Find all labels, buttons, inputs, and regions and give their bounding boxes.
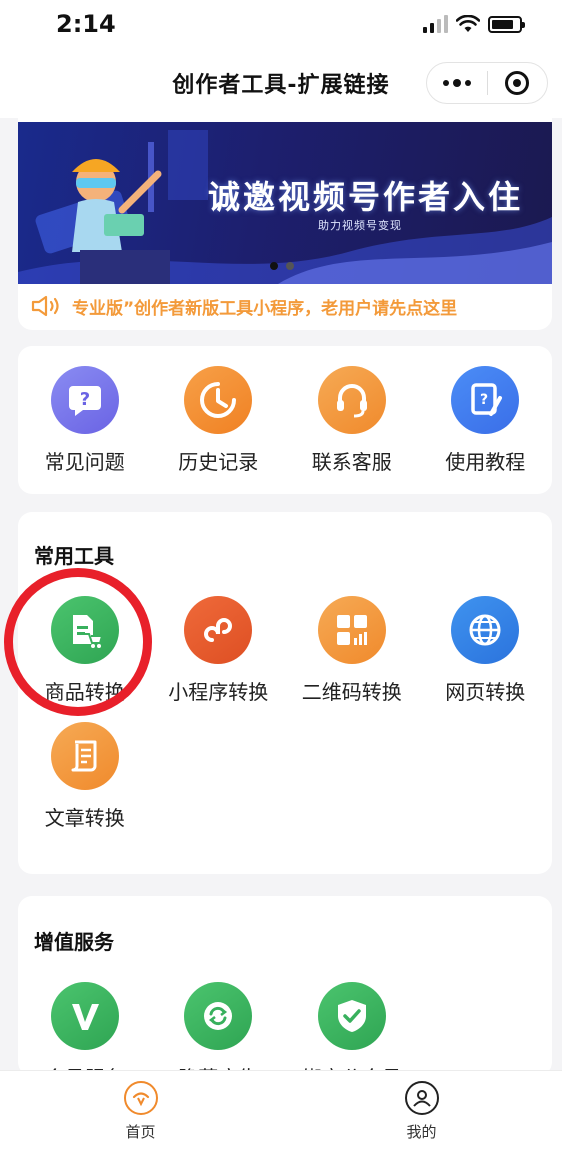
more-button[interactable] — [427, 63, 487, 103]
page-title: 创作者工具-扩展链接 — [172, 73, 390, 98]
tab-home[interactable]: 首页 — [0, 1071, 281, 1170]
status-time: 2:14 — [56, 10, 116, 38]
webpage-convert-item[interactable]: 网页转换 — [419, 596, 553, 705]
quick-links-grid: ? 常见问题 历史记录 联系客服 ? 使用教程 — [18, 366, 552, 475]
notice-bar[interactable]: 专业版”创作者新版工具小程序，老用户请先点这里 — [30, 292, 457, 320]
clock-icon — [184, 366, 253, 434]
refresh-icon — [184, 982, 253, 1050]
faq-item[interactable]: ? 常见问题 — [18, 366, 152, 475]
tab-mine[interactable]: 我的 — [281, 1071, 562, 1170]
promo-banner[interactable]: 诚邀视频号作者入住 助力视频号变现 — [18, 122, 552, 284]
common-tools-row-2: 文章转换 — [18, 722, 552, 831]
quick-links-card: ? 常见问题 历史记录 联系客服 ? 使用教程 — [18, 346, 552, 494]
more-dots-icon — [442, 79, 471, 87]
shield-check-icon — [317, 982, 386, 1050]
article-convert-item[interactable]: 文章转换 — [18, 722, 152, 831]
value-added-services-card: 增值服务 会员服务 隐藏广告 绑定公众号 — [18, 896, 552, 1090]
status-bar: 2:14 — [0, 0, 562, 48]
qrcode-convert-item[interactable]: 二维码转换 — [285, 596, 419, 705]
miniprogram-icon — [184, 596, 253, 664]
signal-icon — [423, 15, 448, 33]
tab-mine-label: 我的 — [406, 1123, 437, 1141]
speaker-icon — [31, 295, 59, 317]
question-chat-icon: ? — [50, 366, 119, 434]
home-icon — [123, 1081, 158, 1115]
value-added-services-title: 增值服务 — [34, 930, 114, 954]
history-item[interactable]: 历史记录 — [152, 366, 286, 475]
battery-icon — [488, 15, 525, 33]
carousel-indicator — [270, 262, 294, 270]
miniprogram-convert-item[interactable]: 小程序转换 — [152, 596, 286, 705]
banner-card: 诚邀视频号作者入住 助力视频号变现 专业版”创作者新版工具小程序，老用户请先点这… — [18, 118, 552, 330]
qrcode-convert-label: 二维码转换 — [301, 680, 402, 704]
svg-text:?: ? — [480, 392, 488, 408]
tutorial-label: 使用教程 — [445, 450, 526, 474]
nav-bar: 创作者工具-扩展链接 — [0, 48, 562, 118]
wifi-icon — [456, 15, 480, 32]
tutorial-doc-icon: ? — [451, 366, 520, 434]
target-icon — [505, 71, 530, 95]
webpage-convert-label: 网页转换 — [445, 680, 526, 704]
article-convert-label: 文章转换 — [44, 806, 125, 830]
customer-service-item[interactable]: 联系客服 — [285, 366, 419, 475]
vip-v-icon — [50, 982, 119, 1050]
highlight-circle — [4, 568, 152, 716]
close-miniprogram-button[interactable] — [488, 63, 548, 103]
scroll-icon — [50, 722, 119, 790]
banner-subtitle: 助力视频号变现 — [318, 219, 402, 232]
headset-icon — [317, 366, 386, 434]
user-icon — [404, 1081, 439, 1115]
history-label: 历史记录 — [178, 450, 259, 474]
miniprogram-convert-label: 小程序转换 — [168, 680, 269, 704]
svg-text:?: ? — [80, 389, 90, 410]
mini-program-capsule — [426, 62, 548, 104]
common-tools-title: 常用工具 — [34, 544, 114, 568]
notice-text: 专业版”创作者新版工具小程序，老用户请先点这里 — [72, 298, 458, 319]
status-icons — [423, 15, 525, 33]
grid-chart-icon — [317, 596, 386, 664]
bottom-tab-bar: 首页 我的 — [0, 1070, 562, 1170]
tutorial-item[interactable]: ? 使用教程 — [419, 366, 553, 475]
banner-title: 诚邀视频号作者入住 — [208, 178, 524, 216]
faq-label: 常见问题 — [44, 450, 125, 474]
customer-service-label: 联系客服 — [311, 450, 392, 474]
globe-icon — [451, 596, 520, 664]
tab-home-label: 首页 — [125, 1123, 156, 1141]
